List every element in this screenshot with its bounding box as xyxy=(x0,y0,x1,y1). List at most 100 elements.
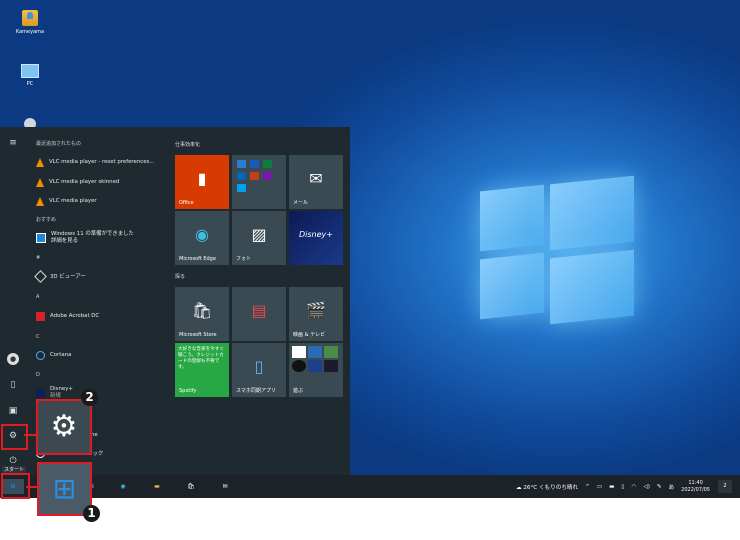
office-icon: ▮ xyxy=(197,169,207,188)
store-bag-icon: 🛍 xyxy=(187,483,195,490)
store-bag-icon: 🛍 xyxy=(191,301,213,320)
weather-widget[interactable]: ☁ 26°C くもりのち晴れ xyxy=(516,483,578,491)
taskbar: ⊞ ⁞ ◉ ▬ 🛍 ✉ ☁ 26°C くもりのち晴れ ^ ▭ ▬ ▯ ◠ ◁) … xyxy=(0,475,740,498)
start-tooltip: スタート xyxy=(2,466,27,473)
recommended-windows11[interactable]: Windows 11 の準備ができました 詳細を見る xyxy=(36,230,134,246)
tile-games-folder[interactable]: 遊ぶ xyxy=(289,343,343,397)
tile-spotify[interactable]: 大好きな音楽を今すぐ聴こう。クレジットカードの登録も不要です。 Spotify xyxy=(175,343,229,397)
app-vlc[interactable]: VLC media player xyxy=(36,195,97,207)
disney-plus-icon xyxy=(36,388,45,398)
callout-badge-2: 2 xyxy=(81,389,98,406)
tile-area: 仕事効率化 ▮ Office ✉ メール ◉ Microsoft Edge ▨ フォト … xyxy=(175,127,345,475)
cortana-ring-icon xyxy=(36,350,45,360)
volume-icon[interactable]: ◁) xyxy=(643,484,649,490)
disney-plus-logo: Disney+ xyxy=(299,230,333,239)
section-d: D xyxy=(36,372,40,378)
office-apps-grid-icon xyxy=(237,160,272,192)
mail-envelope-icon: ✉ xyxy=(309,169,323,188)
app-label: VLC media player xyxy=(49,198,97,204)
app-cortana[interactable]: Cortana xyxy=(36,349,71,361)
cube-3d-icon xyxy=(34,269,47,283)
section-hash: # xyxy=(36,255,41,261)
tile-office[interactable]: ▮ Office xyxy=(175,155,229,209)
app-adobe-acrobat[interactable]: Adobe Acrobat DC xyxy=(36,310,99,322)
pictures-icon[interactable]: ▣ xyxy=(7,405,19,417)
tile-phone-link[interactable]: ▯ スマホ同期アプリ xyxy=(232,343,286,397)
app-label: ne xyxy=(91,432,98,438)
app-label: VLC media player - reset preferences... xyxy=(49,159,155,165)
tile-label: フォト xyxy=(236,256,252,262)
callout-badge-1: 1 xyxy=(83,505,100,522)
tile-movies-tv[interactable]: 🎬 映画 & テレビ xyxy=(289,287,343,341)
desktop-icon-label: Kameyama xyxy=(15,29,45,35)
mail-envelope-icon: ✉ xyxy=(222,483,228,490)
app-label: Disney+ xyxy=(50,386,73,392)
news-icon: ▤ xyxy=(251,301,267,320)
hamburger-menu-icon[interactable]: ≡ xyxy=(7,137,19,149)
weather-text: 26°C くもりのち晴れ xyxy=(523,484,579,491)
desktop-icon-user-folder[interactable]: Kameyama xyxy=(12,10,48,35)
vlc-cone-icon xyxy=(36,157,44,167)
app-vlc-reset[interactable]: VLC media player - reset preferences... xyxy=(36,156,154,168)
meet-now-icon[interactable]: ▬ xyxy=(609,484,614,490)
acrobat-icon xyxy=(36,311,45,321)
tile-microsoft-store[interactable]: 🛍 Microsoft Store xyxy=(175,287,229,341)
spotify-promo-text: 大好きな音楽を今すぐ聴こう。クレジットカードの登録も不要です。 xyxy=(178,347,224,370)
chevron-up-icon[interactable]: ^ xyxy=(585,484,590,490)
clock-time: 11:40 xyxy=(688,479,703,486)
callout-arrow-start xyxy=(26,486,38,488)
app-partial[interactable]: ne xyxy=(91,429,98,441)
clock[interactable]: 11:40 2022/07/05 xyxy=(681,480,710,494)
app-label: 3D ビューアー xyxy=(50,274,86,280)
taskbar-store[interactable]: 🛍 xyxy=(184,479,198,494)
tile-news[interactable]: ▤ xyxy=(232,287,286,341)
app-label: VLC media player skinned xyxy=(49,179,120,185)
battery-icon[interactable]: ▯ xyxy=(621,484,624,490)
taskbar-mail[interactable]: ✉ xyxy=(218,479,232,494)
app-label: Cortana xyxy=(50,352,72,358)
tile-disney-plus[interactable]: Disney+ xyxy=(289,211,343,265)
tile-label: メール xyxy=(293,200,309,206)
settings-gear-icon: ⚙ xyxy=(50,409,78,444)
ime-indicator[interactable]: あ xyxy=(669,483,675,491)
recently-added-header: 最近追加されたもの xyxy=(36,141,82,147)
callout-arrow-settings xyxy=(24,434,38,436)
tile-edge[interactable]: ◉ Microsoft Edge xyxy=(175,211,229,265)
network-icon[interactable]: ▭ xyxy=(597,484,602,490)
tile-mail[interactable]: ✉ メール xyxy=(289,155,343,209)
documents-icon[interactable]: ▯ xyxy=(7,379,19,391)
tile-office-apps-folder[interactable] xyxy=(232,155,286,209)
windows-logo-wallpaper xyxy=(476,175,636,330)
windows-update-icon xyxy=(36,233,46,243)
wifi-icon[interactable]: ◠ xyxy=(632,484,637,490)
pen-icon[interactable]: ✎ xyxy=(657,484,662,490)
folder-icon: ▬ xyxy=(154,483,160,490)
user-folder-icon xyxy=(22,10,38,26)
taskbar-edge[interactable]: ◉ xyxy=(116,479,130,494)
app-label: Adobe Acrobat DC xyxy=(50,313,100,319)
section-c: C xyxy=(36,334,40,340)
notification-count-badge: 2 xyxy=(723,483,727,489)
tile-label: Spotify xyxy=(179,388,197,394)
clock-date: 2022/07/05 xyxy=(681,486,710,493)
recommended-header: おすすめ xyxy=(36,217,57,223)
desktop-icon-pc[interactable]: PC xyxy=(12,64,48,87)
tile-label: Microsoft Store xyxy=(179,332,217,338)
tile-label: 遊ぶ xyxy=(293,388,304,394)
games-grid-icon xyxy=(292,346,338,372)
pc-icon xyxy=(21,64,39,78)
tile-label: スマホ同期アプリ xyxy=(236,388,276,394)
tile-photos[interactable]: ▨ フォト xyxy=(232,211,286,265)
tile-label: Microsoft Edge xyxy=(179,256,216,262)
windows-start-icon: ⊞ xyxy=(52,472,77,505)
user-account-icon[interactable]: ● xyxy=(7,353,19,365)
task-view-icon: ⁞ xyxy=(92,483,94,490)
notification-center-button[interactable]: 2 xyxy=(718,480,732,493)
taskbar-explorer[interactable]: ▬ xyxy=(150,479,164,494)
app-3d-viewer[interactable]: 3D ビューアー xyxy=(34,269,86,283)
desktop-icon-label: PC xyxy=(26,81,34,87)
app-vlc-skinned[interactable]: VLC media player skinned xyxy=(36,176,119,188)
vlc-cone-icon xyxy=(36,177,44,187)
recommended-title: Windows 11 の準備ができました xyxy=(51,231,134,237)
group-explore-header: 探る xyxy=(175,274,186,280)
